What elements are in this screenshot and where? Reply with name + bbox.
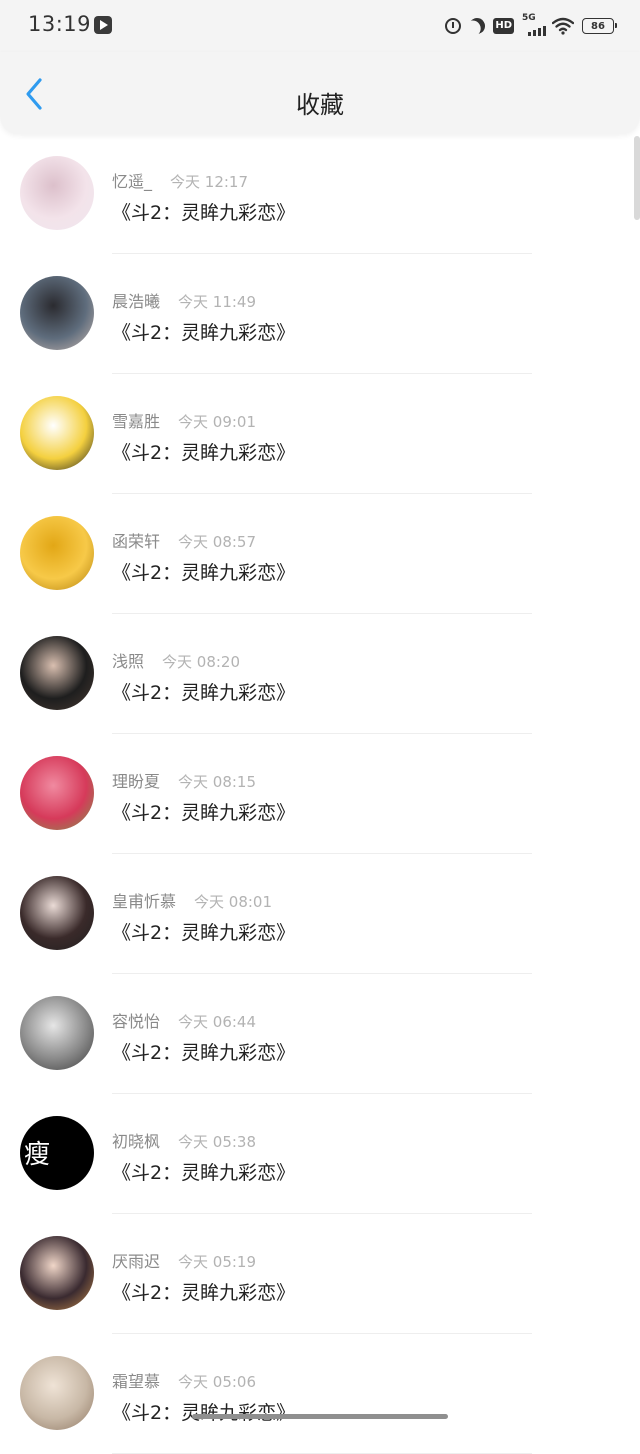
avatar[interactable] <box>20 516 94 590</box>
item-meta: 忆遥_ 今天 12:17 <box>112 168 248 192</box>
battery-icon: 86 <box>582 18 617 34</box>
favorite-title[interactable]: 《斗2：灵眸九彩恋》 <box>112 1398 295 1425</box>
scrollbar[interactable] <box>634 136 640 220</box>
timestamp: 今天 11:49 <box>178 293 257 311</box>
favorite-title[interactable]: 《斗2：灵眸九彩恋》 <box>112 198 295 225</box>
favorite-title[interactable]: 《斗2：灵眸九彩恋》 <box>112 1158 295 1185</box>
hd-badge: HD <box>493 18 514 34</box>
page-title: 收藏 <box>296 91 344 119</box>
author-name[interactable]: 厌雨迟 <box>112 1248 160 1272</box>
avatar[interactable]: 瘦 <box>20 1116 94 1190</box>
timestamp: 今天 06:44 <box>178 1013 257 1031</box>
timestamp: 今天 08:57 <box>178 533 257 551</box>
header: 收藏 <box>0 52 640 134</box>
timestamp: 今天 08:20 <box>162 653 241 671</box>
favorite-title[interactable]: 《斗2：灵眸九彩恋》 <box>112 318 295 345</box>
item-meta: 浅照 今天 08:20 <box>112 648 240 672</box>
author-name[interactable]: 函荣轩 <box>112 528 160 552</box>
author-name[interactable]: 忆遥_ <box>112 168 152 192</box>
timestamp: 今天 05:38 <box>178 1133 257 1151</box>
status-bar: 13:19 HD 5G 86 <box>0 0 640 52</box>
favorites-list: 忆遥_ 今天 12:17 《斗2：灵眸九彩恋》 晨浩曦 今天 11:49 《斗2：灵眸九彩… <box>0 134 640 1454</box>
avatar[interactable] <box>20 396 94 470</box>
home-indicator[interactable] <box>192 1414 448 1419</box>
timestamp: 今天 08:01 <box>194 893 273 911</box>
item-meta: 霜望慕 今天 05:06 <box>112 1368 256 1392</box>
favorite-title[interactable]: 《斗2：灵眸九彩恋》 <box>112 438 295 465</box>
item-meta: 函荣轩 今天 08:57 <box>112 528 256 552</box>
list-item[interactable]: 容悦怡 今天 06:44 《斗2：灵眸九彩恋》 <box>0 974 640 1094</box>
author-name[interactable]: 浅照 <box>112 648 144 672</box>
avatar[interactable] <box>20 156 94 230</box>
timestamp: 今天 12:17 <box>170 173 249 191</box>
author-name[interactable]: 晨浩曦 <box>112 288 160 312</box>
avatar[interactable] <box>20 756 94 830</box>
favorite-title[interactable]: 《斗2：灵眸九彩恋》 <box>112 558 295 585</box>
favorite-title[interactable]: 《斗2：灵眸九彩恋》 <box>112 1278 295 1305</box>
author-name[interactable]: 初晓枫 <box>112 1128 160 1152</box>
list-item[interactable]: 瘦 初晓枫 今天 05:38 《斗2：灵眸九彩恋》 <box>0 1094 640 1214</box>
favorite-title[interactable]: 《斗2：灵眸九彩恋》 <box>112 678 295 705</box>
item-meta: 初晓枫 今天 05:38 <box>112 1128 256 1152</box>
timestamp: 今天 05:19 <box>178 1253 257 1271</box>
alarm-icon <box>445 18 462 34</box>
list-item[interactable]: 忆遥_ 今天 12:17 《斗2：灵眸九彩恋》 <box>0 134 640 254</box>
favorite-title[interactable]: 《斗2：灵眸九彩恋》 <box>112 1038 295 1065</box>
list-item[interactable]: 理盼夏 今天 08:15 《斗2：灵眸九彩恋》 <box>0 734 640 854</box>
cellular-signal-icon: 5G <box>522 13 546 36</box>
status-icons: HD 5G 86 <box>445 13 617 38</box>
item-meta: 皇甫忻慕 今天 08:01 <box>112 888 272 912</box>
timestamp: 今天 09:01 <box>178 413 257 431</box>
author-name[interactable]: 雪嘉胜 <box>112 408 160 432</box>
author-name[interactable]: 霜望慕 <box>112 1368 160 1392</box>
do-not-disturb-icon <box>466 15 488 37</box>
item-meta: 雪嘉胜 今天 09:01 <box>112 408 256 432</box>
item-meta: 理盼夏 今天 08:15 <box>112 768 256 792</box>
battery-level: 86 <box>591 20 605 32</box>
avatar[interactable] <box>20 636 94 710</box>
author-name[interactable]: 理盼夏 <box>112 768 160 792</box>
item-meta: 晨浩曦 今天 11:49 <box>112 288 256 312</box>
list-item[interactable]: 皇甫忻慕 今天 08:01 《斗2：灵眸九彩恋》 <box>0 854 640 974</box>
avatar[interactable] <box>20 876 94 950</box>
avatar[interactable] <box>20 276 94 350</box>
item-meta: 厌雨迟 今天 05:19 <box>112 1248 256 1272</box>
avatar-text: 瘦 <box>24 1140 51 1170</box>
wifi-icon <box>551 17 575 35</box>
author-name[interactable]: 容悦怡 <box>112 1008 160 1032</box>
author-name[interactable]: 皇甫忻慕 <box>112 888 176 912</box>
timestamp: 今天 05:06 <box>178 1373 257 1391</box>
list-item[interactable]: 雪嘉胜 今天 09:01 《斗2：灵眸九彩恋》 <box>0 374 640 494</box>
list-item[interactable]: 晨浩曦 今天 11:49 《斗2：灵眸九彩恋》 <box>0 254 640 374</box>
avatar[interactable] <box>20 1356 94 1430</box>
favorite-title[interactable]: 《斗2：灵眸九彩恋》 <box>112 798 295 825</box>
video-app-icon <box>94 16 112 34</box>
status-time: 13:19 <box>28 12 92 36</box>
network-type-label: 5G <box>522 13 536 23</box>
timestamp: 今天 08:15 <box>178 773 257 791</box>
list-item[interactable]: 霜望慕 今天 05:06 《斗2：灵眸九彩恋》 <box>0 1334 640 1454</box>
avatar[interactable] <box>20 996 94 1070</box>
list-item[interactable]: 厌雨迟 今天 05:19 《斗2：灵眸九彩恋》 <box>0 1214 640 1334</box>
favorite-title[interactable]: 《斗2：灵眸九彩恋》 <box>112 918 295 945</box>
avatar[interactable] <box>20 1236 94 1310</box>
list-item[interactable]: 浅照 今天 08:20 《斗2：灵眸九彩恋》 <box>0 614 640 734</box>
item-meta: 容悦怡 今天 06:44 <box>112 1008 256 1032</box>
list-item[interactable]: 函荣轩 今天 08:57 《斗2：灵眸九彩恋》 <box>0 494 640 614</box>
